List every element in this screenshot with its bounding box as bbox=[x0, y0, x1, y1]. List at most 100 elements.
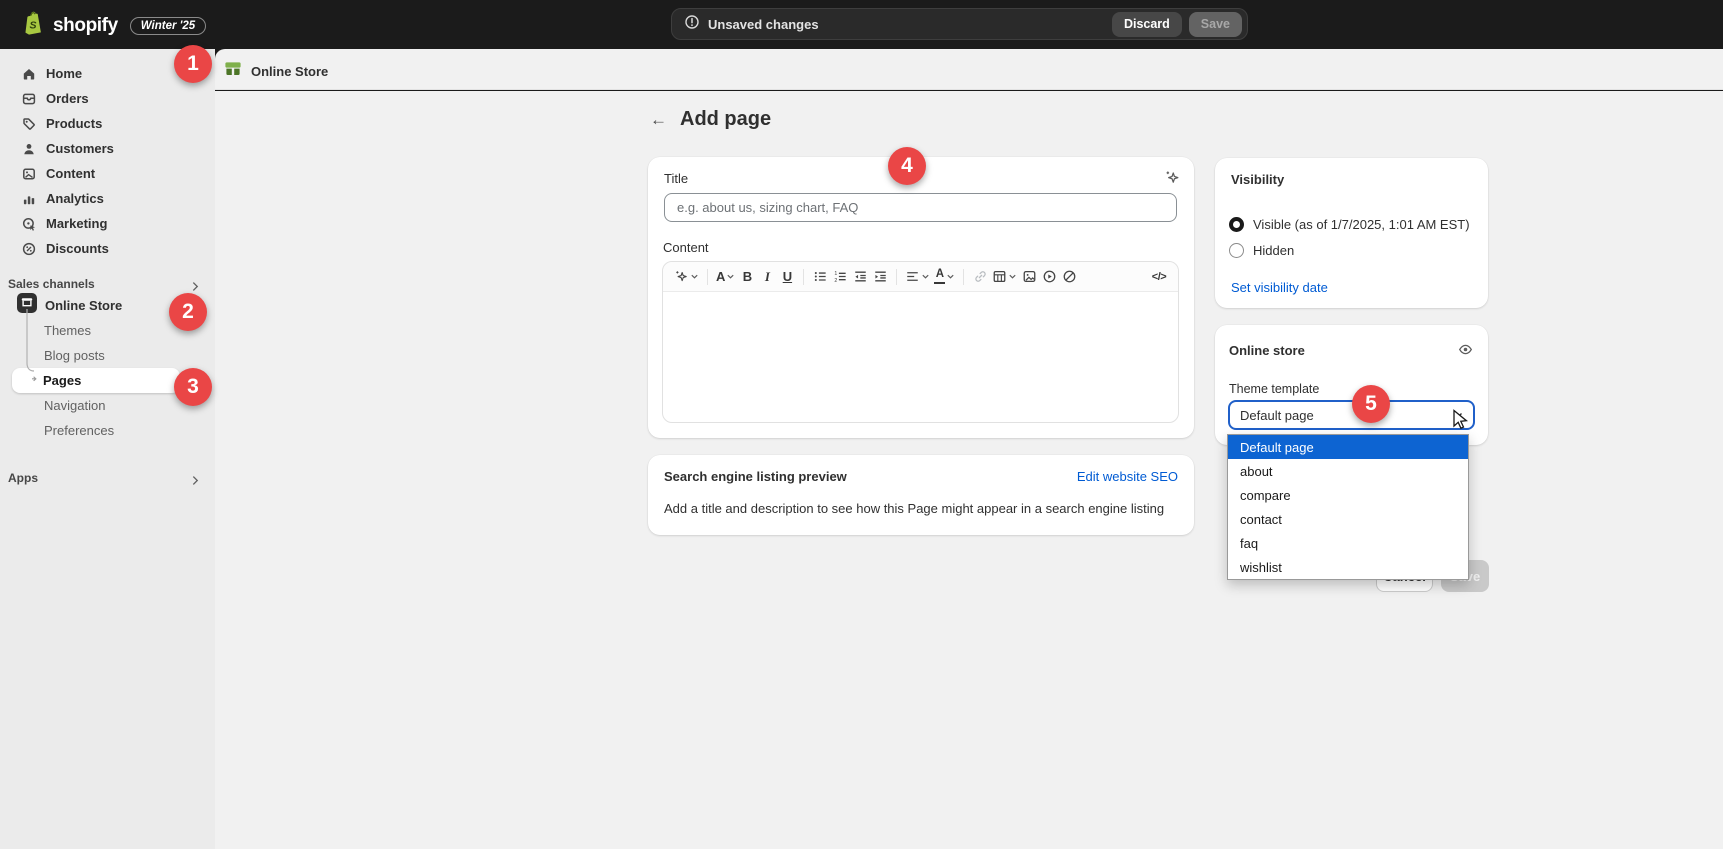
orders-icon bbox=[21, 91, 37, 107]
sidebar-item-pages[interactable]: Pages bbox=[12, 368, 180, 393]
alert-icon bbox=[684, 14, 700, 35]
sidebar-item-preferences[interactable]: Preferences bbox=[0, 418, 215, 443]
chevron-down-icon bbox=[726, 272, 735, 281]
annotation-step-4: 4 bbox=[888, 147, 926, 185]
dropdown-option-contact[interactable]: contact bbox=[1228, 507, 1468, 531]
eye-icon[interactable] bbox=[1455, 342, 1475, 360]
indent-button[interactable] bbox=[870, 266, 890, 288]
dropdown-option-about[interactable]: about bbox=[1228, 459, 1468, 483]
text-style-button[interactable]: A bbox=[714, 266, 737, 288]
title-input[interactable] bbox=[664, 193, 1177, 222]
sidebar: Home Orders Products Customers Content A… bbox=[0, 49, 215, 849]
visibility-option-visible[interactable]: Visible (as of 1/7/2025, 1:01 AM EST) bbox=[1229, 217, 1470, 232]
shopify-wordmark: shopify bbox=[53, 15, 118, 37]
page-heading: ← Add page bbox=[650, 108, 771, 131]
insert-video-button[interactable] bbox=[1039, 266, 1059, 288]
alignment-button[interactable] bbox=[903, 266, 932, 288]
sidebar-item-marketing[interactable]: Marketing bbox=[0, 211, 215, 236]
annotation-step-5: 5 bbox=[1352, 385, 1390, 423]
text-color-button[interactable]: A bbox=[932, 266, 957, 288]
shopify-logo[interactable]: S shopify Winter '25 bbox=[22, 10, 206, 41]
insert-image-button[interactable] bbox=[1019, 266, 1039, 288]
page-title: Add page bbox=[680, 108, 771, 131]
online-store-heading: Online store bbox=[1229, 343, 1305, 358]
editor-toolbar: A B I U 12 bbox=[663, 262, 1178, 292]
content-field-label: Content bbox=[663, 240, 709, 255]
toolbar-divider bbox=[896, 269, 897, 285]
dropdown-option-default-page[interactable]: Default page bbox=[1228, 435, 1468, 459]
radio-unselected-icon bbox=[1229, 243, 1244, 258]
topbar-save-button[interactable]: Save bbox=[1189, 12, 1242, 37]
svg-text:2: 2 bbox=[834, 278, 837, 284]
svg-text:S: S bbox=[30, 19, 37, 31]
outdent-button[interactable] bbox=[850, 266, 870, 288]
bullet-list-button[interactable] bbox=[810, 266, 830, 288]
chevron-down-icon bbox=[1008, 272, 1017, 281]
annotation-step-1: 1 bbox=[174, 45, 212, 83]
italic-button[interactable]: I bbox=[757, 266, 777, 288]
breadcrumb-title: Online Store bbox=[251, 64, 328, 79]
edit-website-seo-link[interactable]: Edit website SEO bbox=[1077, 469, 1178, 484]
apps-header[interactable]: Apps bbox=[0, 465, 215, 490]
visibility-heading: Visibility bbox=[1231, 172, 1284, 187]
analytics-icon bbox=[21, 191, 37, 207]
sidebar-item-content[interactable]: Content bbox=[0, 161, 215, 186]
visibility-option-hidden[interactable]: Hidden bbox=[1229, 243, 1294, 258]
sidebar-item-products[interactable]: Products bbox=[0, 111, 215, 136]
set-visibility-date-link[interactable]: Set visibility date bbox=[1231, 280, 1328, 295]
products-icon bbox=[21, 116, 37, 132]
version-badge: Winter '25 bbox=[130, 17, 206, 35]
magic-text-icon[interactable] bbox=[672, 266, 701, 288]
link-button[interactable] bbox=[970, 266, 990, 288]
toolbar-divider bbox=[707, 269, 708, 285]
title-field-label: Title bbox=[664, 171, 688, 186]
dropdown-option-compare[interactable]: compare bbox=[1228, 483, 1468, 507]
sidebar-item-discounts[interactable]: Discounts bbox=[0, 236, 215, 261]
table-button[interactable] bbox=[990, 266, 1019, 288]
magic-sparkle-icon[interactable] bbox=[1162, 169, 1182, 189]
customers-icon bbox=[21, 141, 37, 157]
sales-channels-header[interactable]: Sales channels bbox=[0, 275, 215, 293]
chevron-down-icon bbox=[921, 272, 930, 281]
discard-button[interactable]: Discard bbox=[1112, 12, 1182, 37]
sidebar-item-analytics[interactable]: Analytics bbox=[0, 186, 215, 211]
context-strip bbox=[215, 49, 1723, 90]
unsaved-changes-message: Unsaved changes bbox=[708, 17, 1112, 32]
seo-description: Add a title and description to see how t… bbox=[664, 501, 1164, 516]
svg-text:1: 1 bbox=[834, 271, 837, 277]
unsaved-changes-banner: Unsaved changes Discard Save bbox=[671, 8, 1248, 40]
theme-template-dropdown: Default page about compare contact faq w… bbox=[1227, 434, 1469, 580]
seo-heading: Search engine listing preview bbox=[664, 469, 847, 484]
rich-text-editor: A B I U 12 bbox=[662, 261, 1179, 423]
home-icon bbox=[21, 66, 37, 82]
content-editor-area[interactable] bbox=[663, 292, 1178, 423]
tree-arrow-icon bbox=[26, 372, 38, 390]
breadcrumb[interactable]: Online Store bbox=[223, 59, 328, 84]
annotation-step-2: 2 bbox=[169, 293, 207, 331]
chevron-right-icon bbox=[192, 473, 199, 491]
back-button[interactable]: ← bbox=[650, 111, 667, 128]
code-view-button[interactable]: </> bbox=[1149, 266, 1169, 288]
bold-button[interactable]: B bbox=[737, 266, 757, 288]
clear-formatting-button[interactable] bbox=[1059, 266, 1079, 288]
underline-button[interactable]: U bbox=[777, 266, 797, 288]
toolbar-divider bbox=[803, 269, 804, 285]
chevron-down-icon bbox=[690, 272, 699, 281]
annotation-step-3: 3 bbox=[174, 368, 212, 406]
sidebar-item-blog-posts[interactable]: Blog posts bbox=[0, 343, 215, 368]
discounts-icon bbox=[21, 241, 37, 257]
marketing-icon bbox=[21, 216, 37, 232]
content-icon bbox=[21, 166, 37, 182]
shopify-bag-icon: S bbox=[22, 10, 45, 41]
online-store-green-icon bbox=[223, 59, 243, 84]
numbered-list-button[interactable]: 12 bbox=[830, 266, 850, 288]
sidebar-item-orders[interactable]: Orders bbox=[0, 86, 215, 111]
shopify-admin-screen: S shopify Winter '25 Unsaved changes Dis… bbox=[0, 0, 1723, 849]
toolbar-divider bbox=[963, 269, 964, 285]
sidebar-item-customers[interactable]: Customers bbox=[0, 136, 215, 161]
chevron-down-icon bbox=[946, 272, 955, 281]
visibility-card: Visibility Visible (as of 1/7/2025, 1:01… bbox=[1215, 158, 1488, 308]
dropdown-option-wishlist[interactable]: wishlist bbox=[1228, 555, 1468, 579]
page-form-card: Title Content A B I U bbox=[648, 157, 1194, 438]
dropdown-option-faq[interactable]: faq bbox=[1228, 531, 1468, 555]
